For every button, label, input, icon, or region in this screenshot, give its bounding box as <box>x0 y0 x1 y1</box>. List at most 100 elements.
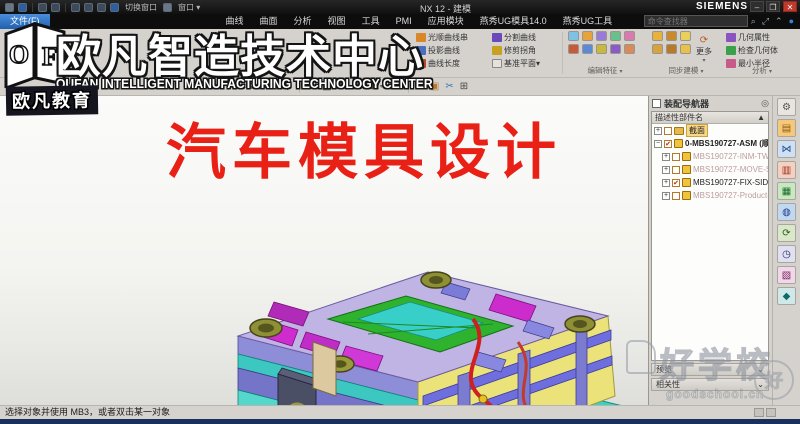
tree-row-sections[interactable]: + 截面 <box>652 124 768 137</box>
assembly-navigator-icon[interactable]: ▤ <box>777 119 796 137</box>
collapse-icon[interactable]: − <box>654 140 662 148</box>
tab-pmi[interactable]: PMI <box>388 14 420 29</box>
tab-view[interactable]: 视图 <box>320 14 354 29</box>
save-icon[interactable] <box>18 3 27 12</box>
analysis-group-label[interactable]: 分析 ▾ <box>726 65 798 76</box>
undo-icon[interactable] <box>38 3 47 12</box>
edit-feature-icon[interactable] <box>610 44 621 54</box>
annotation-icon[interactable]: ▣ <box>430 79 439 95</box>
sync-modeling-icon[interactable] <box>666 31 677 41</box>
alert-log-icon[interactable] <box>754 408 764 417</box>
display-mode-icon[interactable]: ⊞ <box>460 79 468 95</box>
expand-icon[interactable]: + <box>662 166 670 174</box>
examine-geometry-button[interactable]: 检查几何体 <box>726 44 798 57</box>
expand-icon[interactable]: + <box>662 192 670 200</box>
close-part-icon[interactable]: ✕ <box>79 96 85 108</box>
tab-file[interactable]: 文件(F) <box>0 14 50 29</box>
sync-modeling-icon[interactable] <box>666 44 677 54</box>
tree-row-component[interactable]: + ✔ MBS190727-FIX-SIDE <box>652 176 768 189</box>
edit-feature-icon[interactable] <box>624 31 635 41</box>
menu-icon[interactable] <box>5 3 14 12</box>
sort-ascending-icon[interactable]: ▲ <box>757 113 765 122</box>
part-window-tab[interactable]: MBS190727-ASM ▫ ✕ <box>8 96 88 108</box>
roles-icon[interactable]: ▧ <box>777 266 796 284</box>
clip-icon[interactable] <box>766 408 776 417</box>
reuse-library-icon[interactable]: ⟳ <box>777 224 796 242</box>
window-icon[interactable] <box>163 3 172 12</box>
measure-icon[interactable]: ✎ <box>416 79 424 95</box>
edit-feature-icon[interactable] <box>596 44 607 54</box>
graphics-viewport[interactable]: MBS190727-ASM ▫ ✕ <box>0 96 648 405</box>
web-browser-icon[interactable]: ◍ <box>777 203 796 221</box>
tree-row-component[interactable]: + MBS190727-Product-1... <box>652 189 768 202</box>
crosshair-icon[interactable]: ✛ <box>247 79 255 95</box>
divide-curve-button[interactable]: 分割曲线 <box>492 31 558 44</box>
render-style-icon[interactable]: ◍▾ <box>389 78 401 95</box>
tree-column-header[interactable]: 描述性部件名 ▲ <box>652 112 768 124</box>
sync-modeling-icon[interactable] <box>680 44 691 54</box>
trim-corner-button[interactable]: 修剪拐角 <box>492 44 558 57</box>
grid-view-icon[interactable]: ▦▾ <box>352 78 364 95</box>
edit-feature-icon[interactable] <box>624 44 635 54</box>
arc-tool-icon[interactable]: ◠ <box>269 79 278 95</box>
tree-row-assembly[interactable]: − ✔ 0-MBS190727-ASM (顺序:... <box>652 137 768 150</box>
paste-icon[interactable] <box>97 3 106 12</box>
edit-feature-icon[interactable] <box>596 31 607 41</box>
edit-feature-icon[interactable] <box>568 44 579 54</box>
sync-modeling-icon[interactable] <box>652 44 663 54</box>
edit-feature-icon[interactable] <box>582 44 593 54</box>
minimize-button[interactable]: – <box>750 1 764 12</box>
cut-icon[interactable] <box>71 3 80 12</box>
constraint-navigator-icon[interactable]: ⋈ <box>777 140 796 158</box>
sync-modeling-icon[interactable] <box>652 31 663 41</box>
edit-feature-icon[interactable] <box>582 31 593 41</box>
restore-button[interactable]: ❐ <box>766 1 780 12</box>
gear-icon[interactable]: ⚙ <box>777 98 796 116</box>
curve-length-button[interactable]: 曲线长度 <box>416 57 488 70</box>
viewport-3d-model[interactable] <box>178 224 640 405</box>
close-button[interactable]: ✕ <box>783 1 797 12</box>
command-finder-input[interactable] <box>644 15 748 27</box>
panel-pin-icon[interactable] <box>652 99 661 108</box>
tree-row-component[interactable]: + MBS190727-INM-TW-S... <box>652 150 768 163</box>
tab-surface[interactable]: 曲面 <box>252 14 286 29</box>
tab-curve[interactable]: 曲线 <box>218 14 252 29</box>
redo-icon[interactable] <box>51 3 60 12</box>
expand-icon[interactable]: + <box>662 153 670 161</box>
expand-icon[interactable]: + <box>654 127 662 135</box>
preview-section-bar[interactable]: 预览⌄ <box>651 363 769 376</box>
system-materials-icon[interactable]: ◆ <box>777 287 796 305</box>
switch-window-label[interactable]: 切换窗口 <box>125 2 157 13</box>
window-menu[interactable]: 窗口 ▾ <box>178 2 200 13</box>
checkbox[interactable] <box>664 127 672 135</box>
minimize-ribbon-icon[interactable]: ⌃ <box>775 16 783 27</box>
more-button[interactable]: ⟳ 更多▾ <box>696 31 712 67</box>
tab-yanxiu-mold[interactable]: 燕秀UG模具14.0 <box>472 14 555 29</box>
edit-feature-icon[interactable] <box>568 31 579 41</box>
copy-icon[interactable] <box>84 3 93 12</box>
smooth-curve-string-button[interactable]: 光顺曲线串 <box>416 31 488 44</box>
sync-modeling-icon[interactable] <box>680 31 691 41</box>
edit-feature-group-label[interactable]: 编辑特征 ▾ <box>568 65 642 76</box>
snap-point-icon[interactable]: ○ <box>235 79 241 95</box>
tab-yanxiu-tools[interactable]: 燕秀UG工具 <box>555 14 621 29</box>
tab-analysis[interactable]: 分析 <box>286 14 320 29</box>
help-icon[interactable]: ● <box>789 16 794 26</box>
checkbox[interactable] <box>672 192 680 200</box>
panel-options-icon[interactable]: ◎ <box>761 98 769 109</box>
fullscreen-icon[interactable]: ⤢ <box>762 16 769 27</box>
sync-modeling-group-label[interactable]: 同步建模 ▾ <box>652 65 720 76</box>
checkbox[interactable] <box>672 166 680 174</box>
switch-window-icon[interactable] <box>110 3 119 12</box>
layers-icon[interactable]: ▦ <box>777 182 796 200</box>
checkbox[interactable]: ✔ <box>664 140 672 148</box>
part-navigator-icon[interactable]: ▥ <box>777 161 796 179</box>
tree-row-component[interactable]: + MBS190727-MOVE-SIDE <box>652 163 768 176</box>
tab-tools[interactable]: 工具 <box>354 14 388 29</box>
tab-application[interactable]: 应用模块 <box>420 14 472 29</box>
shaded-view-icon[interactable]: ◧▾ <box>370 78 382 95</box>
project-curve-button[interactable]: 投影曲线 <box>416 44 488 57</box>
dependencies-section-bar[interactable]: 相关性⌄ <box>651 378 769 391</box>
history-icon[interactable]: ◷ <box>777 245 796 263</box>
restore-part-icon[interactable]: ▫ <box>72 96 74 108</box>
